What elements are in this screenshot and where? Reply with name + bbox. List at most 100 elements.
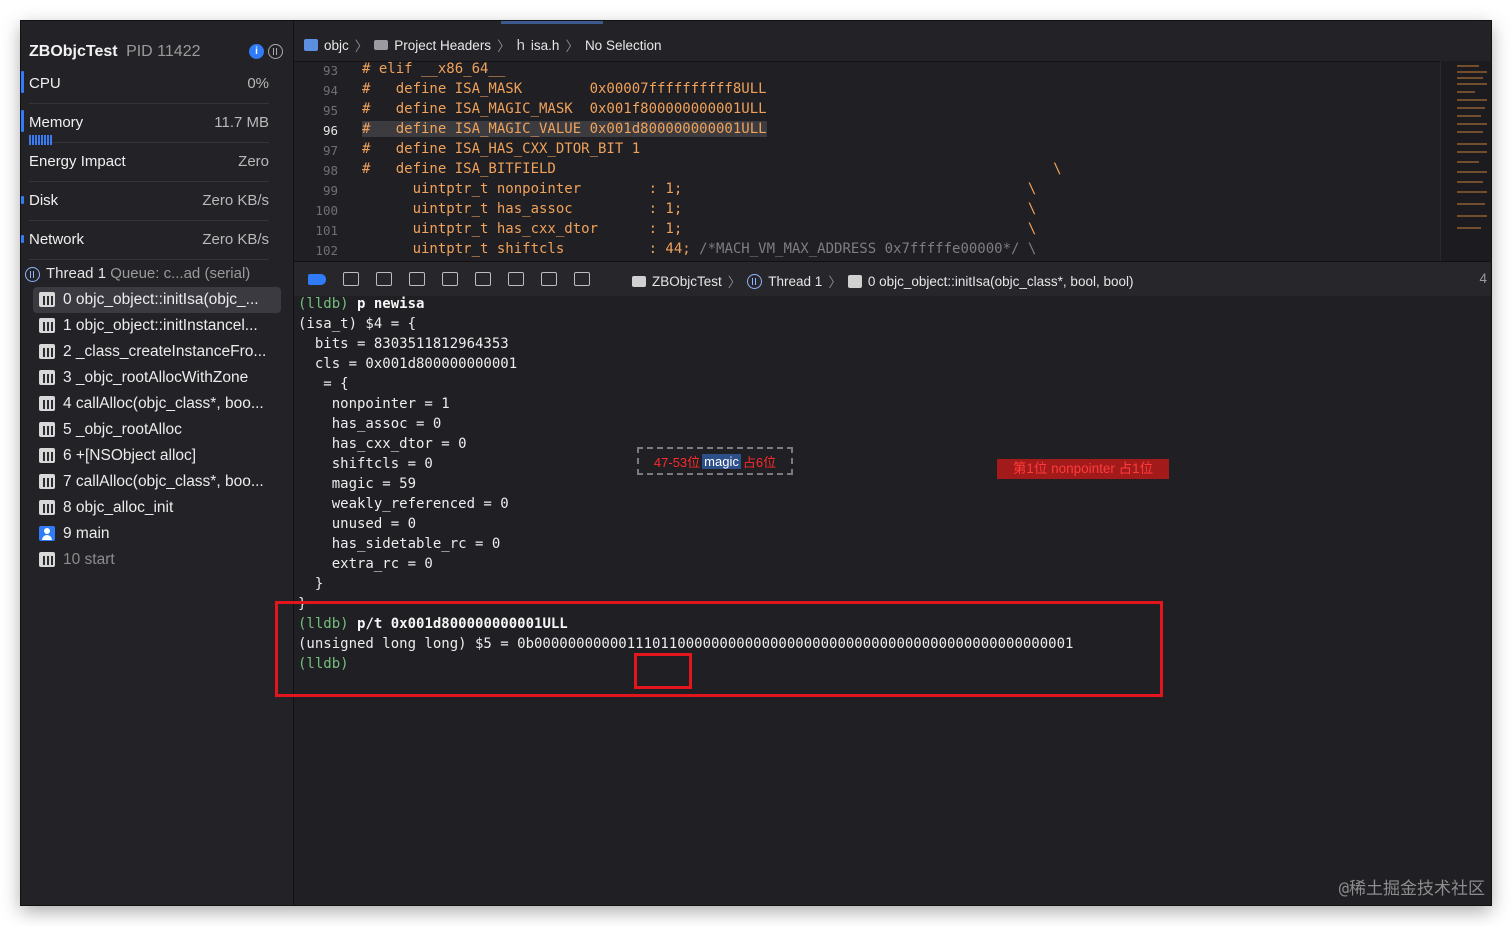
gauge-indicator: [21, 71, 24, 93]
console-line: has_cxx_dtor = 0: [298, 436, 467, 452]
console-line: extra_rc = 0: [298, 556, 433, 572]
jumpbar-item-file[interactable]: isa.h: [531, 38, 560, 53]
framework-icon: [39, 448, 55, 463]
console-line: nonpointer = 1: [298, 396, 450, 412]
chevron-right-icon: 〉: [828, 275, 842, 290]
framework-icon: [39, 552, 55, 567]
thread-icon[interactable]: [268, 44, 283, 59]
thread-icon: [25, 267, 40, 282]
environment-overrides-icon[interactable]: [541, 272, 557, 286]
stack-frame[interactable]: 2 _class_createInstanceFro...: [33, 339, 281, 365]
code-line-current: 96 # define ISA_MAGIC_VALUE 0x001d8000000…: [322, 121, 767, 138]
gauge-value: Zero KB/s: [202, 192, 269, 209]
stack-frame[interactable]: 8 objc_alloc_init: [33, 495, 281, 521]
gauge-indicator: [21, 110, 24, 132]
stack-frame-label: 5 _objc_rootAlloc: [63, 421, 182, 438]
stack-frame-label: 4 callAlloc(objc_class*, boo...: [63, 395, 264, 412]
stack-frame[interactable]: 5 _objc_rootAlloc: [33, 417, 281, 443]
step-over-icon[interactable]: [376, 272, 392, 286]
framework-icon: [39, 396, 55, 411]
annotation-magic-prefix: 47-53位: [653, 454, 701, 470]
thread-icon: [747, 273, 763, 289]
stack-frame-label: 0 objc_object::initIsa(objc_...: [63, 291, 259, 308]
chevron-right-icon: 〉: [727, 275, 742, 290]
gauge-energy[interactable]: Energy Impact Zero: [29, 143, 269, 182]
console-line: weakly_referenced = 0: [298, 496, 509, 512]
console-line: }: [298, 576, 324, 592]
gauge-cpu[interactable]: CPU 0%: [21, 65, 269, 104]
gauge-value: Zero: [238, 153, 269, 170]
stack-frame[interactable]: 0 objc_object::initIsa(objc_...: [33, 287, 281, 313]
info-icon[interactable]: i: [249, 44, 264, 59]
chevron-right-icon: 〉: [354, 39, 369, 54]
console-line: magic = 59: [298, 476, 417, 492]
stack-frame[interactable]: 10 start: [33, 547, 281, 573]
source-editor[interactable]: 93 # elif __x86_64__ 94 # define ISA_MASK …: [294, 61, 1444, 261]
stack-frame[interactable]: 6 +[NSObject alloc]: [33, 443, 281, 469]
stack-frame[interactable]: 9 main: [33, 521, 281, 547]
gauge-label: Energy Impact: [29, 153, 126, 170]
debug-trail-frame[interactable]: 0 objc_object::initIsa(objc_class*, bool…: [868, 274, 1134, 289]
gauge-label: CPU: [29, 75, 61, 92]
code-line: 102 uintptr_t shiftcls : 44; /*MACH_VM_M…: [315, 241, 1037, 258]
code-line: 94 # define ISA_MASK 0x00007ffffffffff8UL…: [322, 81, 767, 98]
stack-frame-label: 7 callAlloc(objc_class*, boo...: [63, 473, 264, 490]
xcode-window: ZBObjcTest PID 11422 i CPU 0% Memory 11.…: [21, 21, 1491, 905]
step-out-icon[interactable]: [442, 272, 458, 286]
lldb-console[interactable]: (lldb) p newisa (isa_t) $4 = { bits = 83…: [275, 296, 1491, 905]
debug-bar-page: 4: [1479, 271, 1487, 286]
console-line: has_assoc = 0: [298, 416, 442, 432]
process-name: ZBObjcTest: [29, 43, 118, 60]
console-line: unused = 0: [298, 516, 417, 532]
stack-frame-label: 10 start: [63, 551, 115, 568]
jump-bar: objc 〉 Project Headers 〉 h isa.h 〉 No Se…: [294, 21, 1491, 62]
thread-label: Thread 1: [46, 265, 107, 282]
framework-icon: [39, 500, 55, 515]
console-line: (lldb) p newisa: [298, 296, 425, 312]
watermark: @稀土掘金技术社区: [1338, 879, 1485, 899]
thread-queue: Queue: c...ad (serial): [110, 265, 251, 282]
framework-icon: [39, 318, 55, 333]
debug-trail-thread[interactable]: Thread 1: [768, 274, 822, 289]
breakpoints-toggle-icon[interactable]: [308, 273, 326, 285]
step-into-icon[interactable]: [409, 272, 425, 286]
minimap[interactable]: [1440, 61, 1491, 261]
framework-icon: [847, 274, 862, 288]
terminal-icon: [632, 275, 646, 287]
gauge-label: Network: [29, 231, 85, 248]
annotation-box-magic-bits: [634, 653, 692, 689]
gauge-label: Disk: [29, 192, 59, 209]
memory-graph-icon[interactable]: [508, 272, 524, 286]
project-icon: [304, 39, 318, 51]
annotation-magic-word: magic: [702, 453, 741, 469]
continue-icon[interactable]: [343, 272, 359, 286]
gauge-disk[interactable]: Disk Zero KB/s: [21, 182, 269, 221]
stack-frame-label: 9 main: [63, 525, 110, 542]
thread-row[interactable]: Thread 1 Queue: c...ad (serial): [21, 265, 293, 289]
debug-navigator: ZBObjcTest PID 11422 i CPU 0% Memory 11.…: [21, 21, 294, 905]
jumpbar-item-objc[interactable]: objc: [324, 38, 349, 53]
folder-icon: [374, 40, 389, 50]
stack-frame[interactable]: 7 callAlloc(objc_class*, boo...: [33, 469, 281, 495]
code-line: 95 # define ISA_MAGIC_MASK 0x001f80000000…: [322, 101, 767, 118]
gauge-memory[interactable]: Memory 11.7 MB: [21, 104, 269, 145]
gauge-network[interactable]: Network Zero KB/s: [21, 221, 269, 260]
stack-frame[interactable]: 4 callAlloc(objc_class*, boo...: [33, 391, 281, 417]
tab-indicator: [501, 21, 603, 24]
console-line: bits = 8303511812964353: [298, 336, 509, 352]
code-line: 101 uintptr_t has_cxx_dtor : 1; \: [315, 221, 1037, 238]
code-line: 98 # define ISA_BITFIELD \: [322, 161, 1062, 178]
gauge-value: Zero KB/s: [202, 231, 269, 248]
debug-trail-process[interactable]: ZBObjcTest: [652, 274, 722, 289]
simulate-location-icon[interactable]: [574, 272, 590, 286]
view-hierarchy-icon[interactable]: [475, 272, 491, 286]
jumpbar-item-selection[interactable]: No Selection: [585, 38, 662, 53]
annotation-nonpointer: 第1位 nonpointer 占1位: [997, 459, 1169, 479]
console-line: = {: [298, 376, 349, 392]
stack-frame-label: 1 objc_object::initInstancel...: [63, 317, 258, 334]
stack-frame[interactable]: 1 objc_object::initInstancel...: [33, 313, 281, 339]
console-line: (isa_t) $4 = {: [298, 316, 417, 332]
framework-icon: [39, 292, 55, 307]
stack-frame[interactable]: 3 _objc_rootAllocWithZone: [33, 365, 281, 391]
jumpbar-item-project-headers[interactable]: Project Headers: [394, 38, 491, 53]
